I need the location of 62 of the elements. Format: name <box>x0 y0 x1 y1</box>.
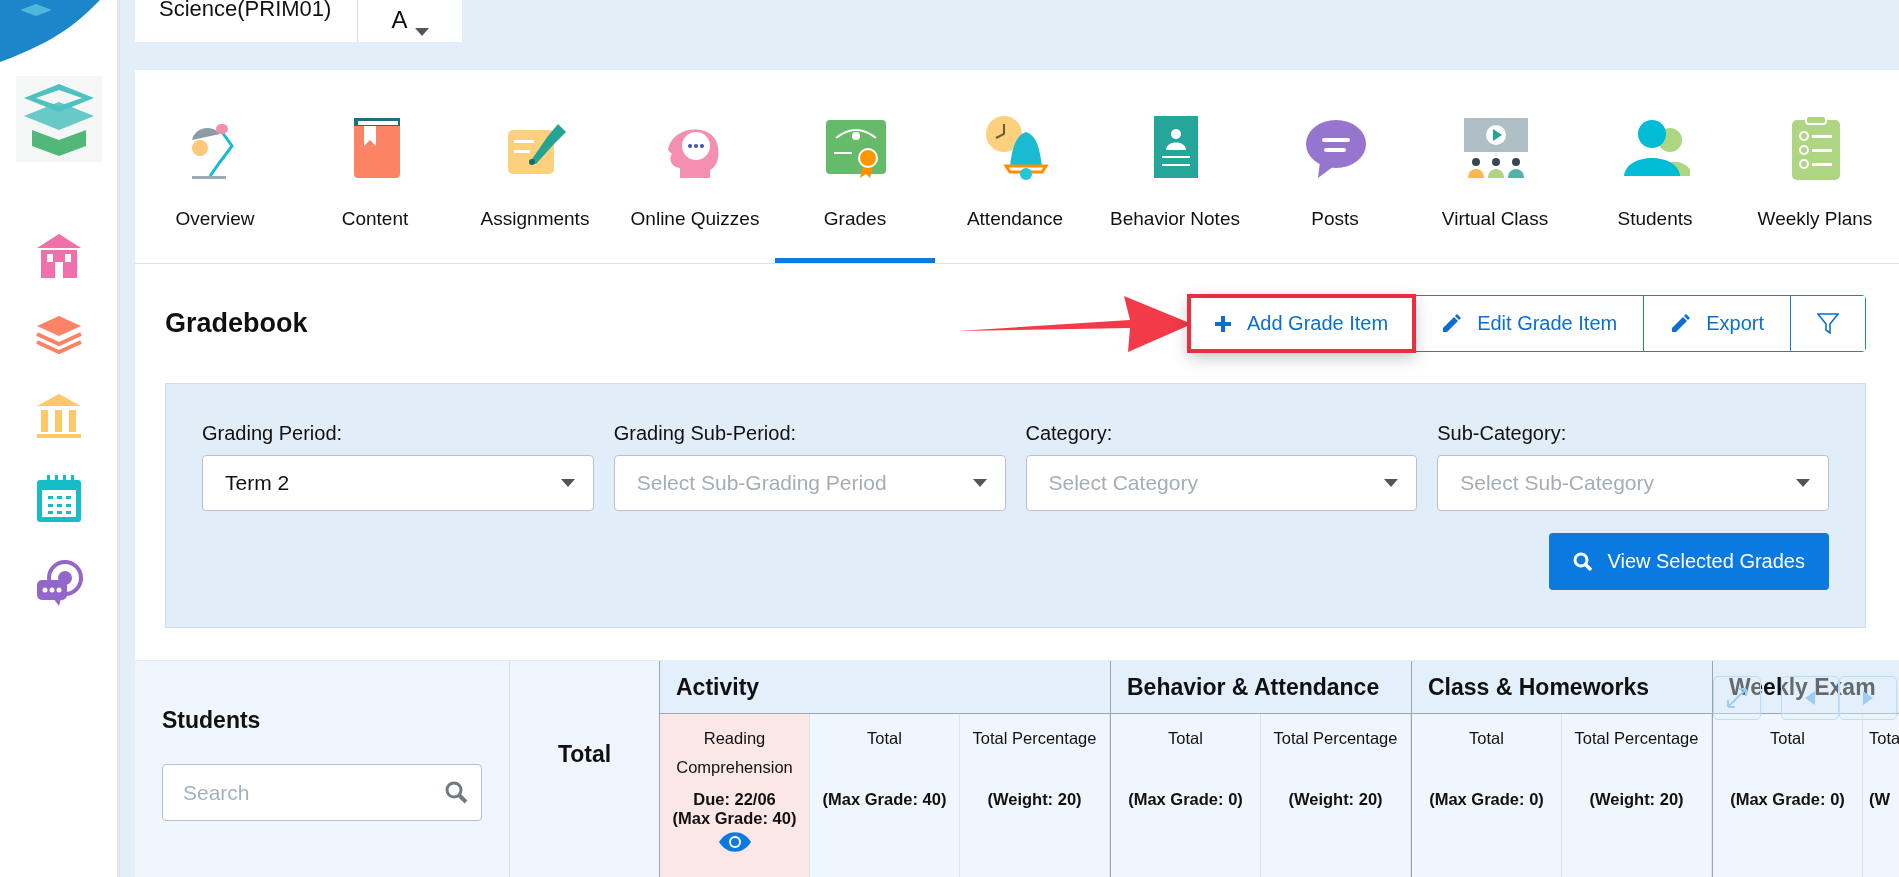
search-icon <box>1573 551 1594 572</box>
plus-icon <box>1214 315 1231 332</box>
caret-icon <box>1384 479 1399 487</box>
caret-icon <box>1796 479 1810 487</box>
filter-icon <box>1817 312 1839 335</box>
column-detail: (Max Grade: 0) <box>1730 790 1845 809</box>
column-title: Total <box>1168 728 1203 749</box>
students-heading: Students <box>162 707 262 734</box>
view-grades-button[interactable]: View Selected Grades <box>1549 533 1829 590</box>
caret-icon <box>415 28 430 36</box>
filter-label: Category: <box>1025 422 1114 445</box>
logo-icon <box>15 76 102 162</box>
column-title: Total <box>1770 728 1805 749</box>
column-detail: (Max Grade: 40) <box>822 790 947 809</box>
filter-label: Sub-Category: <box>1437 422 1568 445</box>
column-detail: (Weight: 20) <box>987 790 1082 809</box>
caret-icon <box>972 479 987 487</box>
course-name: Science(PRIM01) <box>135 0 358 42</box>
column-title: Total Percentage <box>1273 728 1398 749</box>
eye-icon[interactable] <box>718 832 751 852</box>
chat-icon[interactable] <box>34 558 83 606</box>
group-heading: Behavior & Attendance <box>1111 661 1411 714</box>
nav-tab[interactable]: Attendance <box>935 70 1095 263</box>
pencil-icon <box>1441 313 1462 334</box>
column-detail: (Weight: 20) <box>1288 790 1383 809</box>
group-heading: Activity <box>660 661 1110 714</box>
due-date: Due: 22/06 <box>693 790 776 809</box>
filter-label: Grading Sub-Period: <box>613 422 798 445</box>
nav-tab[interactable]: Assignments <box>455 70 615 263</box>
search-icon <box>444 780 468 804</box>
nav-tab[interactable]: Students <box>1575 70 1735 263</box>
filter-dropdown[interactable]: Term 2 <box>202 455 594 511</box>
filter-label: Grading Period: <box>202 422 344 445</box>
nav-tab[interactable]: Overview <box>135 70 295 263</box>
column-detail: (Weight: 20) <box>1589 790 1684 809</box>
column-detail: (Max Grade: 0) <box>1429 790 1544 809</box>
filter-button[interactable] <box>1790 296 1865 351</box>
pencil-icon <box>1670 313 1691 334</box>
group-heading: Class & Homeworks <box>1412 661 1712 714</box>
column-title: Total <box>1469 728 1504 749</box>
search-field[interactable]: Search <box>162 764 482 821</box>
nav-tab[interactable]: Online Quizzes <box>615 70 775 263</box>
column-title: Total <box>867 728 902 749</box>
action-button[interactable]: Add Grade Item <box>1188 296 1415 351</box>
nav-tab[interactable]: Posts <box>1255 70 1415 263</box>
nav-tab[interactable]: Grades <box>775 70 935 263</box>
column-heading: Total <box>557 740 612 768</box>
section-dropdown[interactable]: A <box>357 0 463 42</box>
calendar-icon[interactable] <box>34 474 83 524</box>
nav-tab[interactable]: Virtual Class <box>1415 70 1575 263</box>
nav-tab[interactable]: Weekly Plans <box>1735 70 1895 263</box>
column-detail: (Max Grade: 40) <box>672 809 797 828</box>
column-title: Total Percentage <box>972 728 1097 749</box>
page-title: Gradebook <box>165 308 309 339</box>
column-detail: (W <box>1869 790 1891 809</box>
nav-tab[interactable]: Behavior Notes <box>1095 70 1255 263</box>
caret-icon <box>560 479 575 487</box>
column-detail: (Max Grade: 0) <box>1128 790 1243 809</box>
nav-tab[interactable]: Content <box>295 70 455 263</box>
column-title: Reading Comprehension <box>675 728 794 778</box>
column-title: Total Percentage <box>1574 728 1699 749</box>
corner-logo-icon <box>0 0 100 62</box>
